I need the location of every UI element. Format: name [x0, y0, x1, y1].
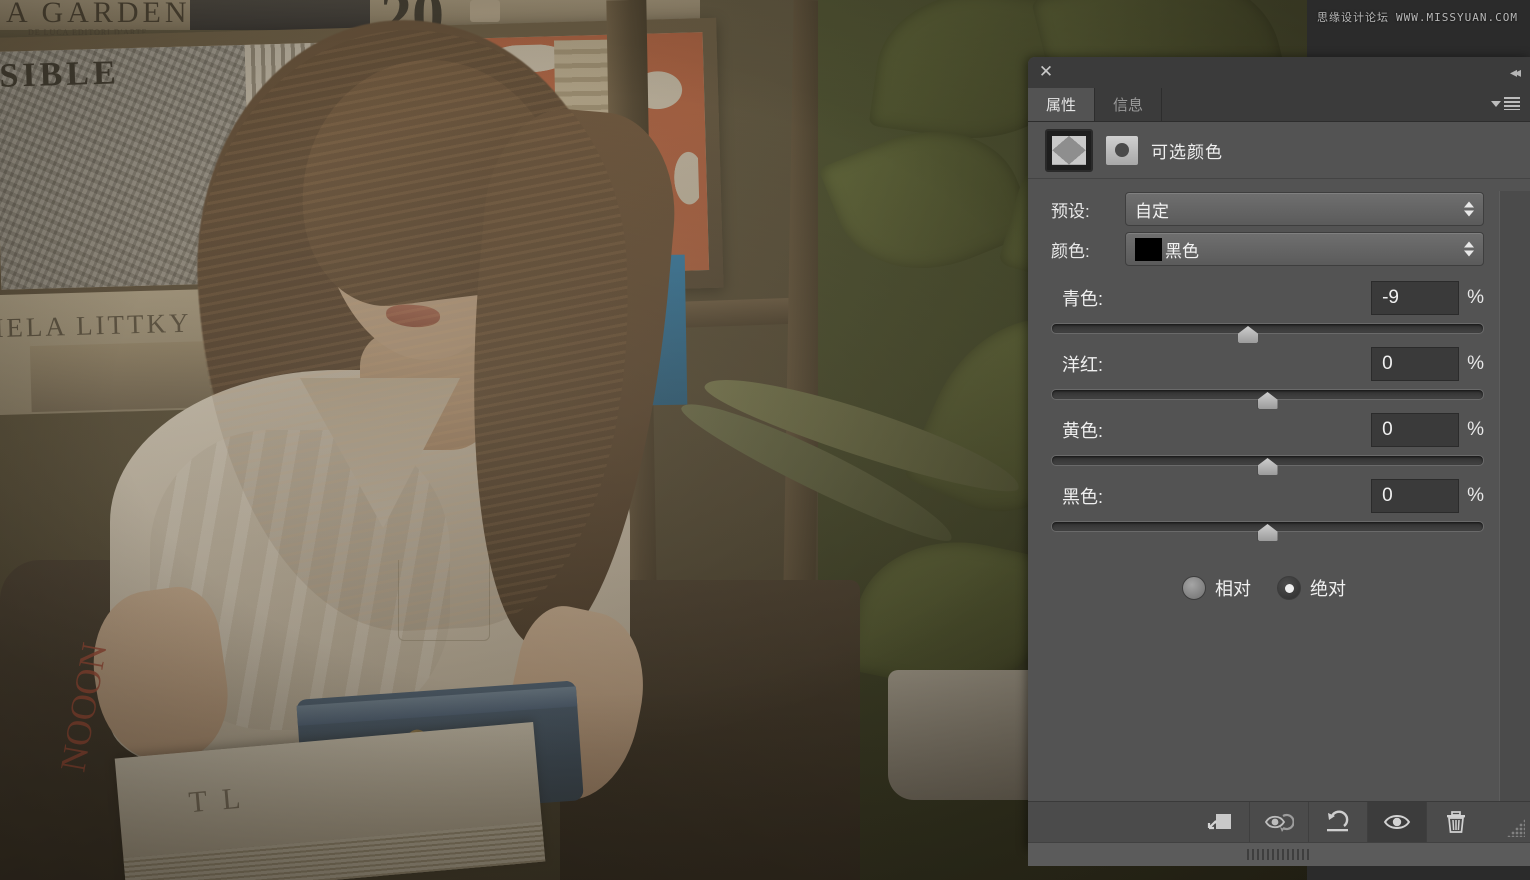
close-icon[interactable]: ✕ [1037, 63, 1055, 81]
color-row: 颜色: 黑色 [1028, 231, 1530, 267]
preset-select[interactable]: 自定 [1125, 192, 1484, 226]
color-label: 颜色: [1051, 241, 1090, 261]
photo-book-text: T L [187, 781, 246, 820]
slider-black-label: 黑色: [1062, 487, 1104, 507]
color-select[interactable]: 黑色 [1125, 232, 1484, 266]
page-title: 可选颜色 [1151, 142, 1223, 162]
slider-black-input[interactable]: 0 [1371, 479, 1460, 513]
preset-label: 预设: [1051, 201, 1090, 221]
chevron-updown-icon [1464, 201, 1474, 217]
photo-sticker [470, 0, 500, 22]
reset-arrow-icon [1327, 810, 1349, 832]
watermark: 思缘设计论坛 WWW.MISSYUAN.COM [1317, 9, 1518, 25]
eye-icon [1383, 815, 1411, 829]
chevron-down-icon [1491, 100, 1501, 107]
tabbar-empty-area [1162, 88, 1530, 121]
slider-yellow-unit: % [1467, 419, 1484, 440]
panel-body: 预设: 自定 颜色: 黑色 青色: -9 % 洋红: 0 % 黄色: 0 % 黑… [1028, 191, 1530, 801]
chevron-updown-icon [1464, 241, 1474, 257]
radio-relative-icon [1182, 576, 1206, 600]
slider-magenta: 洋红: 0 % [1051, 347, 1484, 413]
clip-to-layer-button[interactable] [1191, 802, 1249, 842]
method-radio-group: 相对 绝对 [1028, 575, 1530, 601]
layer-mask-thumbnail[interactable] [1106, 135, 1138, 165]
radio-relative-label: 相对 [1215, 579, 1251, 599]
tab-properties-label: 属性 [1046, 97, 1077, 114]
panel-scroll-strip[interactable] [1499, 191, 1530, 801]
slider-yellow: 黄色: 0 % [1051, 413, 1484, 479]
panel-footer-toolbar [1028, 801, 1530, 842]
delete-layer-button[interactable] [1426, 802, 1485, 842]
slider-yellow-label: 黄色: [1062, 421, 1104, 441]
adjustment-layer-thumbnail[interactable] [1045, 128, 1093, 172]
tab-properties[interactable]: 属性 [1028, 88, 1096, 121]
trash-icon [1447, 811, 1465, 833]
watermark-url: WWW.MISSYUAN.COM [1396, 11, 1518, 24]
slider-cyan-track[interactable] [1051, 323, 1484, 334]
toggle-layer-visibility-button[interactable] [1367, 802, 1426, 842]
slider-cyan-input[interactable]: -9 [1371, 281, 1460, 315]
slider-cyan: 青色: -9 % [1051, 281, 1484, 347]
reset-button[interactable] [1308, 802, 1367, 842]
adjustment-header: 可选颜色 [1028, 122, 1530, 179]
collapse-to-icons-icon[interactable]: ◂◂ [1510, 64, 1521, 80]
watermark-forum-name: 思缘设计论坛 [1317, 11, 1390, 24]
tab-info[interactable]: 信息 [1095, 88, 1163, 121]
photo-red-marking: NOOON [52, 639, 115, 775]
slider-magenta-unit: % [1467, 353, 1484, 374]
radio-absolute-label: 绝对 [1310, 579, 1346, 599]
panel-titlebar[interactable]: ✕ ◂◂ [1028, 57, 1530, 88]
screen: A GARDEN DE LUCA EDITORI D'ARTE 20 SIBLE… [0, 0, 1530, 880]
photo-dark-book [190, 0, 370, 30]
toggle-preview-previous-button[interactable] [1249, 802, 1308, 842]
eye-rotate-icon [1264, 813, 1294, 832]
radio-absolute-icon [1277, 576, 1301, 600]
radio-relative[interactable]: 相对 [1182, 575, 1251, 601]
slider-cyan-label: 青色: [1062, 289, 1104, 309]
panel-tabbar: 属性 信息 [1028, 88, 1530, 122]
drag-handle-icon[interactable] [1028, 842, 1530, 866]
slider-magenta-label: 洋红: [1062, 355, 1104, 375]
slider-cyan-unit: % [1467, 287, 1484, 308]
resize-grip-icon[interactable] [1485, 802, 1530, 842]
hamburger-icon [1504, 97, 1520, 110]
slider-yellow-input[interactable]: 0 [1371, 413, 1460, 447]
preset-value: 自定 [1135, 201, 1169, 221]
slider-black: 黑色: 0 % [1051, 479, 1484, 545]
photo-poster-left-text: SIBLE [0, 54, 121, 95]
color-value: 黑色 [1165, 241, 1199, 261]
photo-poster-top-title: A GARDEN [6, 0, 191, 29]
preset-row: 预设: 自定 [1028, 191, 1530, 227]
panel-menu-icon[interactable] [1491, 97, 1520, 110]
photo-shelf-name: MELA LITTKY [0, 307, 192, 344]
slider-magenta-input[interactable]: 0 [1371, 347, 1460, 381]
color-swatch [1135, 237, 1162, 261]
footer-spacer [1028, 802, 1191, 842]
clip-to-layer-icon [1207, 814, 1231, 830]
tab-info-label: 信息 [1113, 97, 1144, 114]
radio-absolute[interactable]: 绝对 [1277, 575, 1346, 601]
properties-panel: ✕ ◂◂ 属性 信息 可选颜色 预设: 自定 颜色: 黑色 青色: -9 % 洋… [1028, 57, 1530, 866]
slider-group: 青色: -9 % 洋红: 0 % 黄色: 0 % 黑色: 0 % [1028, 281, 1530, 545]
slider-black-unit: % [1467, 485, 1484, 506]
